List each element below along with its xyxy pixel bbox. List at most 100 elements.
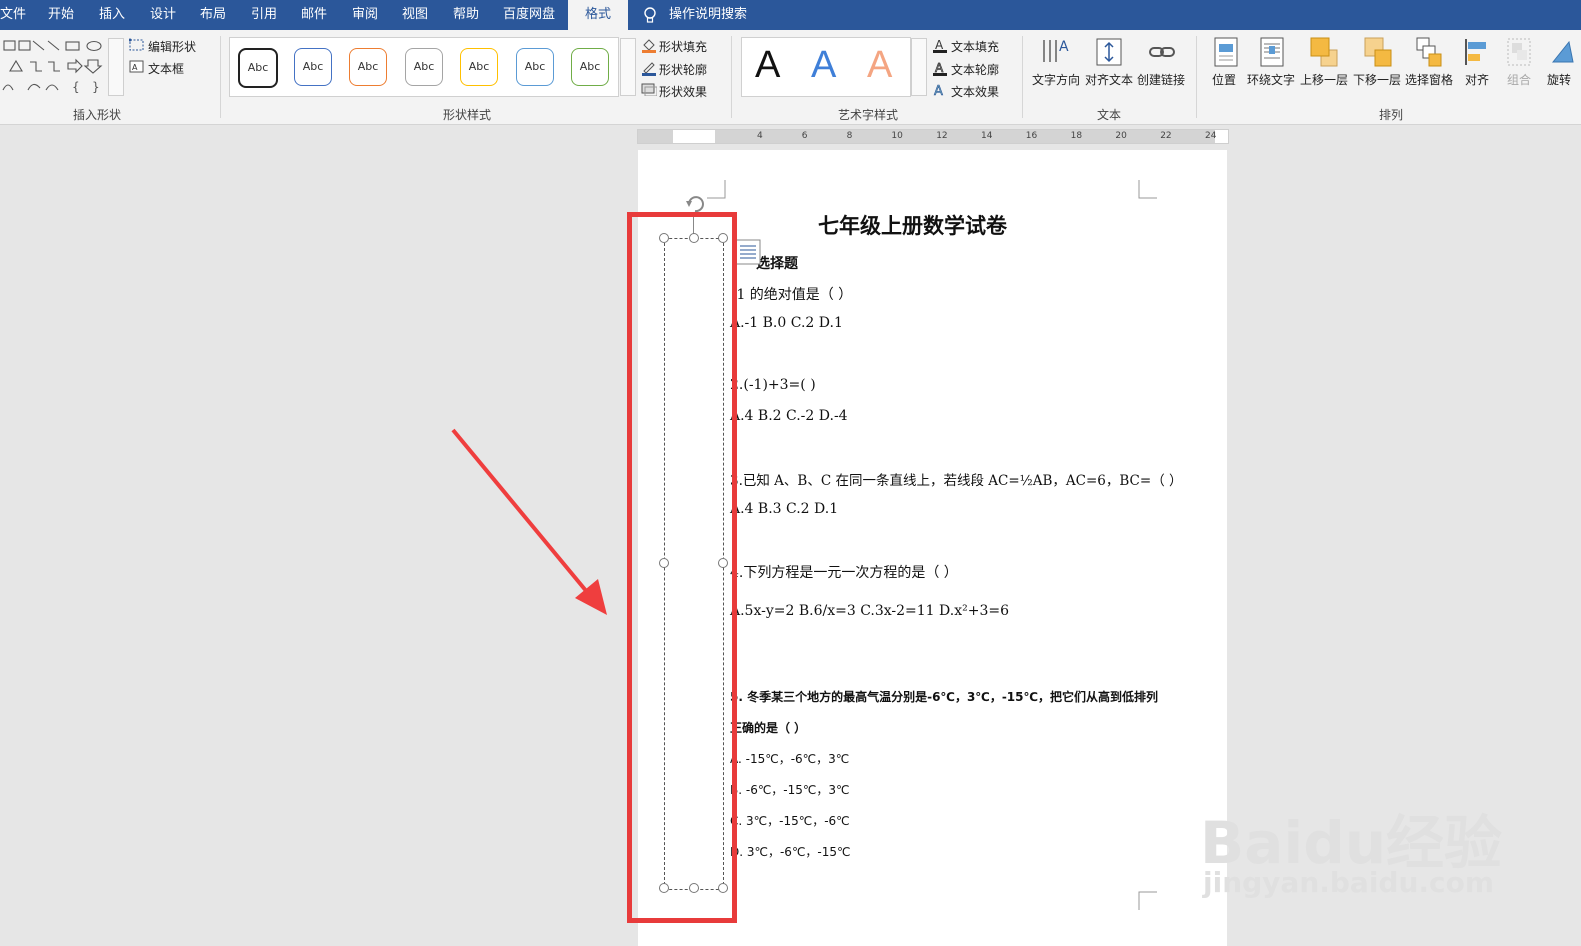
svg-text:{: { bbox=[72, 80, 80, 94]
tab-mailings[interactable]: 邮件 bbox=[301, 0, 327, 30]
shape-style-4[interactable]: Abc bbox=[405, 48, 443, 86]
question-5-line-1[interactable]: 5. 冬季某三个地方的最高气温分别是-6℃，3℃，-15℃，把它们从高到低排列 bbox=[730, 688, 1158, 705]
question-3-options[interactable]: A.4 B.3 C.2 D.1 bbox=[730, 501, 838, 517]
tab-view[interactable]: 视图 bbox=[402, 0, 428, 30]
text-box-button[interactable]: 文本框 bbox=[148, 60, 184, 77]
question-1-options[interactable]: A.-1 B.0 C.2 D.1 bbox=[730, 315, 843, 331]
layout-options-icon[interactable] bbox=[735, 239, 761, 265]
align-button[interactable]: 对齐 bbox=[1465, 71, 1489, 88]
shape-outline-button[interactable]: 形状轮廓 bbox=[659, 61, 707, 78]
question-4[interactable]: 4.下列方程是一元一次方程的是（ ） bbox=[730, 562, 958, 582]
shape-style-2[interactable]: Abc bbox=[294, 48, 332, 86]
wordart-style-orange[interactable]: A bbox=[867, 44, 892, 87]
shape-style-5[interactable]: Abc bbox=[460, 48, 498, 86]
tab-help[interactable]: 帮助 bbox=[453, 0, 479, 30]
ruler-number: 6 bbox=[801, 131, 808, 141]
tab-layout[interactable]: 布局 bbox=[200, 0, 226, 30]
question-5-line-2[interactable]: 正确的是（ ） bbox=[730, 719, 806, 736]
ribbon-tab-bar: 文件 开始 插入 设计 布局 引用 邮件 审阅 视图 帮助 百度网盘 格式 操作… bbox=[0, 0, 1581, 30]
selection-pane-button[interactable]: 选择窗格 bbox=[1405, 71, 1453, 88]
group-objects-button[interactable]: 组合 bbox=[1507, 71, 1531, 88]
svg-text:A: A bbox=[1059, 39, 1069, 55]
wrap-text-button[interactable]: 环绕文字 bbox=[1247, 71, 1295, 88]
tab-format[interactable]: 格式 bbox=[568, 0, 628, 30]
text-direction-button[interactable]: 文字方向 bbox=[1032, 71, 1080, 88]
group-objects-icon bbox=[1507, 38, 1531, 66]
question-5-option-c[interactable]: C. 3℃，-15℃，-6℃ bbox=[730, 812, 850, 829]
wordart-style-black[interactable]: A bbox=[755, 44, 780, 87]
align-text-icon bbox=[1096, 38, 1122, 66]
wordart-group-label: 艺术字样式 bbox=[838, 108, 899, 122]
shape-effects-icon bbox=[641, 83, 657, 96]
shape-style-1[interactable]: Abc bbox=[238, 48, 278, 88]
question-1[interactable]: .1 的绝对值是（ ） bbox=[732, 284, 852, 304]
create-link-button[interactable]: 创建链接 bbox=[1137, 71, 1185, 88]
tab-design[interactable]: 设计 bbox=[150, 0, 176, 30]
shape-style-6[interactable]: Abc bbox=[516, 48, 554, 86]
document-title[interactable]: 七年级上册数学试卷 bbox=[818, 210, 1007, 240]
red-arrow-icon bbox=[451, 428, 607, 615]
shape-style-scrollbar[interactable] bbox=[620, 38, 636, 96]
arrange-group-label: 排列 bbox=[1379, 108, 1404, 122]
edit-shape-button[interactable]: 编辑形状 bbox=[148, 38, 196, 55]
question-5-option-a[interactable]: A. -15℃，-6℃，3℃ bbox=[730, 750, 849, 767]
text-fill-icon: A bbox=[933, 38, 947, 53]
shape-style-7[interactable]: Abc bbox=[571, 48, 609, 86]
question-3[interactable]: 3.已知 A、B、C 在同一条直线上，若线段 AC=½AB，AC=6，BC=（ … bbox=[730, 469, 1182, 489]
rotate-button[interactable]: 旋转 bbox=[1547, 71, 1571, 88]
group-separator bbox=[1196, 36, 1197, 118]
group-separator bbox=[731, 36, 732, 118]
text-outline-button[interactable]: 文本轮廓 bbox=[951, 61, 999, 78]
lightbulb-icon bbox=[644, 7, 656, 23]
search-box[interactable]: 操作说明搜索 bbox=[669, 0, 747, 30]
tab-references[interactable]: 引用 bbox=[251, 0, 277, 30]
question-5-option-b[interactable]: B. -6℃，-15℃，3℃ bbox=[730, 781, 850, 798]
horizontal-ruler[interactable]: 4 6 8 10 12 14 16 18 20 22 24 bbox=[637, 129, 1229, 144]
question-4-options[interactable]: A.5x-y=2 B.6/x=3 C.3x-2=11 D.x²+3=6 bbox=[730, 603, 1009, 619]
ruler-inactive-area bbox=[715, 130, 1215, 143]
ruler-number: 10 bbox=[891, 131, 903, 141]
ruler-number: 22 bbox=[1160, 131, 1172, 141]
svg-text:A: A bbox=[132, 63, 138, 72]
text-fill-button[interactable]: 文本填充 bbox=[951, 38, 999, 55]
tab-file[interactable]: 文件 bbox=[0, 0, 26, 30]
tab-insert[interactable]: 插入 bbox=[99, 0, 125, 30]
ruler-number: 20 bbox=[1115, 131, 1127, 141]
question-2[interactable]: 2.(-1)+3=( ) bbox=[730, 377, 816, 393]
insert-shapes-group-label: 插入形状 bbox=[73, 108, 122, 122]
wrap-text-icon bbox=[1260, 37, 1284, 67]
ruler-number: 18 bbox=[1070, 131, 1083, 141]
group-separator bbox=[1022, 36, 1023, 118]
corner-mark-top-left bbox=[707, 180, 726, 199]
text-outline-icon: A bbox=[933, 61, 947, 76]
section-heading[interactable]: 选择题 bbox=[756, 253, 798, 273]
watermark-url: jingyan.baidu.com bbox=[1203, 866, 1495, 899]
wordart-scrollbar[interactable] bbox=[911, 38, 927, 96]
align-text-button[interactable]: 对齐文本 bbox=[1085, 71, 1133, 88]
position-icon bbox=[1214, 37, 1238, 67]
text-direction-icon: A bbox=[1043, 39, 1069, 62]
tab-home[interactable]: 开始 bbox=[48, 0, 74, 30]
ruler-number: 12 bbox=[936, 131, 948, 141]
shape-effects-button[interactable]: 形状效果 bbox=[659, 83, 707, 100]
question-2-options[interactable]: A.4 B.2 C.-2 D.-4 bbox=[730, 408, 848, 424]
ruler-number: 8 bbox=[846, 131, 853, 141]
shape-gallery-scrollbar[interactable] bbox=[108, 38, 124, 96]
bring-forward-icon bbox=[1310, 37, 1338, 67]
text-effects-button[interactable]: 文本效果 bbox=[951, 83, 999, 100]
send-backward-button[interactable]: 下移一层 bbox=[1353, 71, 1401, 88]
shape-fill-button[interactable]: 形状填充 bbox=[659, 38, 707, 55]
bring-forward-button[interactable]: 上移一层 bbox=[1300, 71, 1348, 88]
group-separator bbox=[220, 36, 221, 118]
svg-text:A: A bbox=[935, 38, 944, 52]
selection-pane-icon bbox=[1416, 37, 1442, 67]
wordart-style-blue[interactable]: A bbox=[811, 44, 836, 87]
question-5-option-d[interactable]: D. 3℃，-6℃，-15℃ bbox=[730, 843, 851, 860]
svg-text:A: A bbox=[934, 84, 943, 98]
shape-gallery-icon[interactable]: { } bbox=[0, 38, 105, 96]
position-button[interactable]: 位置 bbox=[1212, 71, 1236, 88]
tab-review[interactable]: 审阅 bbox=[352, 0, 378, 30]
create-link-icon bbox=[1149, 47, 1175, 57]
tab-baidu-netdisk[interactable]: 百度网盘 bbox=[503, 0, 555, 30]
shape-style-3[interactable]: Abc bbox=[349, 48, 387, 86]
